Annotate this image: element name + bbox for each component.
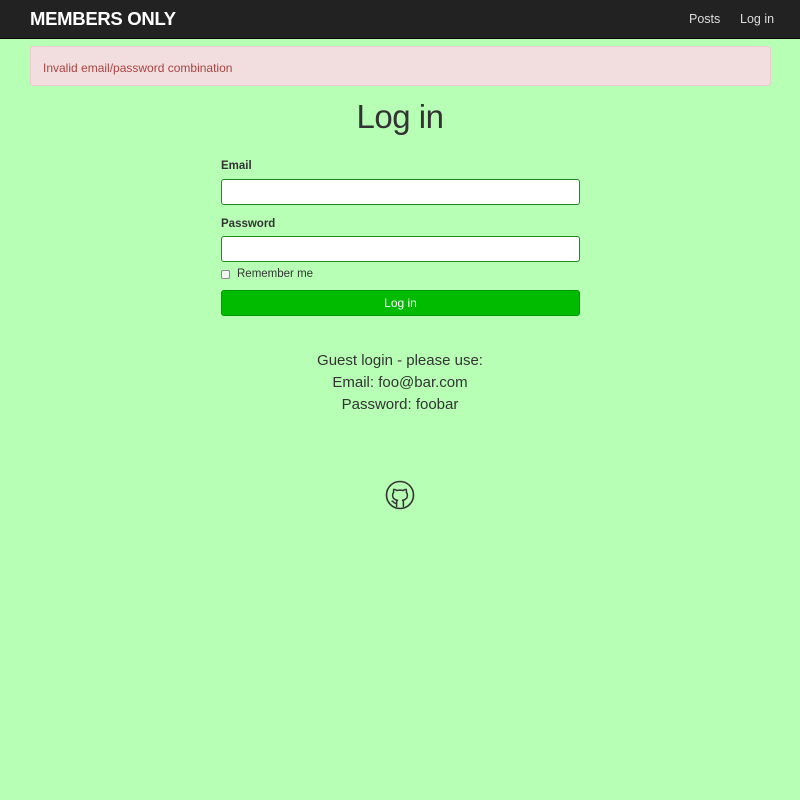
email-field[interactable] [221, 179, 580, 205]
guest-login-heading: Guest login - please use: [317, 352, 483, 369]
email-label: Email [221, 160, 252, 172]
error-alert: Invalid email/password combination [30, 46, 771, 86]
password-field[interactable] [221, 236, 580, 262]
nav-link-posts[interactable]: Posts [689, 12, 720, 26]
github-icon-svg [385, 480, 415, 510]
brand-link[interactable]: MEMBERS ONLY [30, 8, 176, 30]
guest-email: Email: foo@bar.com [332, 374, 468, 391]
nav-link-log-in[interactable]: Log in [740, 12, 774, 26]
password-label: Password [221, 218, 276, 230]
remember-me-label[interactable]: Remember me [237, 268, 313, 280]
guest-password: Password: foobar [341, 396, 459, 413]
navbar: MEMBERS ONLY Posts Log in [0, 0, 800, 39]
alert-message: Invalid email/password combination [43, 61, 233, 75]
remember-me-checkbox[interactable] [221, 269, 230, 279]
github-icon[interactable] [385, 480, 415, 510]
log-in-button[interactable]: Log in [221, 290, 580, 316]
remember-me-row: Remember me [221, 267, 313, 281]
page-title: Log in [356, 98, 444, 135]
